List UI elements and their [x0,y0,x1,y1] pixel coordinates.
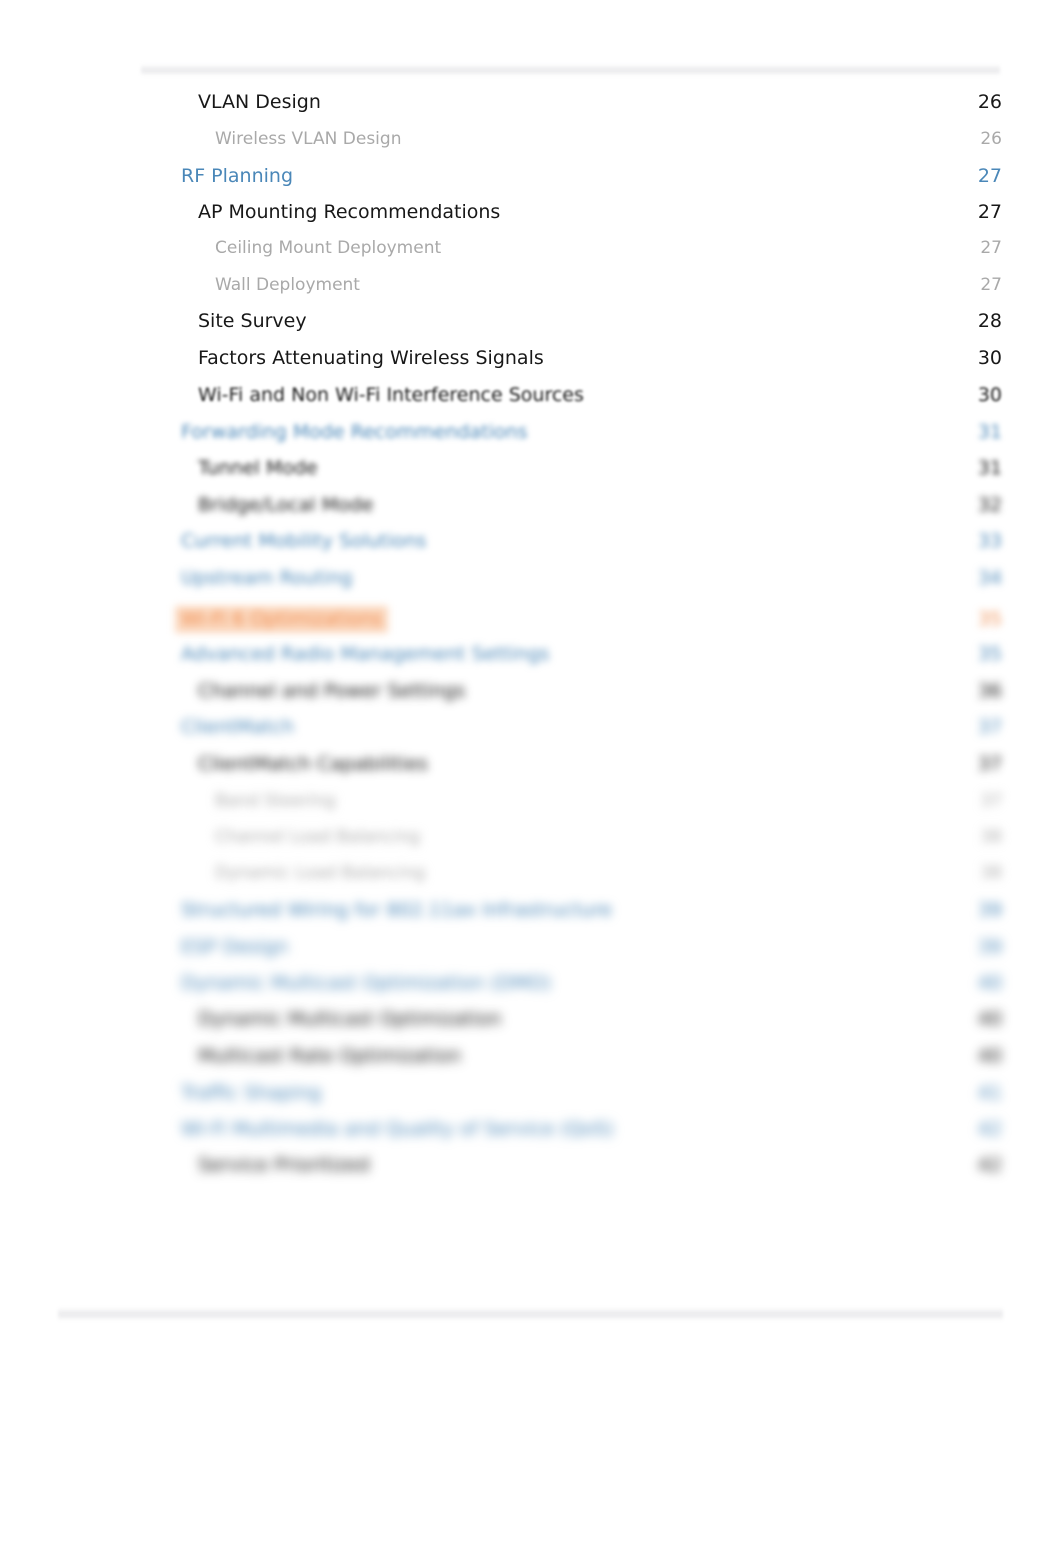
toc-entry-label: Structured Wiring for 802.11ax Infrastru… [181,899,612,921]
toc-entry-page-number: 30 [977,384,1002,406]
toc-entry-label: Dynamic Load Balancing [215,863,426,883]
toc-entry-page-number: 37 [980,791,1002,811]
toc-entry-label: VLAN Design [198,91,321,113]
toc-entry[interactable]: Channel Load Balancing 38 [215,827,1002,855]
toc-entry-page-number: 28 [977,310,1002,332]
toc-entry-label: Wireless VLAN Design [215,129,402,149]
toc-entry[interactable]: Advanced Radio Management Settings 35 [181,643,1002,671]
toc-entry[interactable]: Upstream Routing 34 [181,567,1002,595]
toc-entry[interactable]: ClientMatch 37 [181,716,1002,744]
toc-entry-page-number: 42 [977,1154,1002,1176]
toc-entry-page-number: 32 [977,494,1002,516]
document-page: VLAN Design 26 Wireless VLAN Design 26 RF Pl… [0,0,1062,1556]
toc-entry[interactable]: ClientMatch Capabilities 37 [198,753,1002,781]
toc-entry-page-number: 41 [977,1082,1002,1104]
toc-entry[interactable]: Band Steering 37 [215,791,1002,819]
toc-entry-label: Dynamic Multicast Optimization [198,1008,502,1030]
toc-entry-page-number: 37 [977,716,1002,738]
toc-entry-page-number: 26 [977,91,1002,113]
toc-entry-label: Tunnel Mode [198,457,318,479]
toc-entry[interactable]: RF Planning 27 [181,165,1002,193]
toc-entry-label: Site Survey [198,310,307,332]
toc-entry[interactable]: VLAN Design 26 [198,91,1002,119]
toc-entry[interactable]: Dynamic Multicast Optimization (DMO) 40 [181,972,1002,1000]
toc-entry-page-number: 27 [977,201,1002,223]
toc-entry[interactable]: Site Survey 28 [198,310,1002,338]
toc-entry[interactable]: ESP Design 39 [181,936,1002,964]
toc-entry-page-number: 34 [977,567,1002,589]
toc-entry-page-number: 26 [980,129,1002,149]
toc-entry-label: Dynamic Multicast Optimization (DMO) [181,972,552,994]
toc-entry-page-number: 30 [977,347,1002,369]
toc-entry-label: Channel and Power Settings [198,680,466,702]
toc-entry[interactable]: Current Mobility Solutions 33 [181,530,1002,558]
toc-entry-page-number: 27 [977,165,1002,187]
toc-entry-label: Factors Attenuating Wireless Signals [198,347,544,369]
footer-rule [58,1307,1003,1321]
toc-entry-label: ClientMatch [181,716,294,738]
toc-entry[interactable]: Traffic Shaping 41 [181,1082,1002,1110]
toc-entry[interactable]: Dynamic Multicast Optimization 40 [198,1008,1002,1036]
toc-entry-label: Forwarding Mode Recommendations [181,421,528,443]
toc-entry-page-number: 39 [977,936,1002,958]
toc-entry-page-number: 40 [977,972,1002,994]
toc-entry[interactable]: Forwarding Mode Recommendations 31 [181,421,1002,449]
toc-entry-page-number: 31 [977,421,1002,443]
toc-entry-page-number: 27 [980,275,1002,295]
toc-entry-label: AP Mounting Recommendations [198,201,501,223]
toc-entry-page-number: 36 [977,680,1002,702]
toc-entry[interactable]: Multicast Rate Optimization 40 [198,1045,1002,1073]
toc-entry[interactable]: AP Mounting Recommendations 27 [198,201,1002,229]
toc-entry-label: Ceiling Mount Deployment [215,238,442,258]
toc-entry-page-number: 27 [980,238,1002,258]
toc-entry[interactable]: Tunnel Mode 31 [198,457,1002,485]
toc-entry[interactable]: Service Prioritized 42 [198,1154,1002,1182]
toc-entry-label: Advanced Radio Management Settings [181,643,550,665]
toc-entry-label: Multicast Rate Optimization [198,1045,462,1067]
toc-entry-page-number: 39 [977,899,1002,921]
toc-entry-page-number: 38 [980,863,1002,883]
toc-entry[interactable]: Bridge/Local Mode 32 [198,494,1002,522]
toc-entry[interactable]: Wi-Fi Multimedia and Quality of Service … [181,1118,1002,1146]
toc-entry-page-number: 38 [980,827,1002,847]
toc-entry-page-number: 42 [977,1118,1002,1140]
toc-entry-page-number: 40 [977,1008,1002,1030]
toc-entry-label: Wi-Fi 6 Optimizations [175,606,388,633]
toc-entry-label: ClientMatch Capabilities [198,753,428,775]
toc-entry[interactable]: Ceiling Mount Deployment 27 [215,238,1002,266]
toc-entry-label: Band Steering [215,791,336,811]
toc-entry[interactable]: Dynamic Load Balancing 38 [215,863,1002,891]
toc-entry[interactable]: Factors Attenuating Wireless Signals 30 [198,347,1002,375]
toc-entry-label: Upstream Routing [181,567,353,589]
toc-entry-label: Service Prioritized [198,1154,370,1176]
toc-entry[interactable]: Wall Deployment 27 [215,275,1002,303]
toc-entry[interactable]: Wi-Fi 6 Optimizations 35 [175,606,1002,634]
toc-entry-label: Bridge/Local Mode [198,494,374,516]
toc-entry[interactable]: Wireless VLAN Design 26 [215,129,1002,157]
toc-entry[interactable]: Wi-Fi and Non Wi-Fi Interference Sources… [198,384,1002,412]
toc-entry-page-number: 33 [977,530,1002,552]
toc-entry-page-number: 37 [977,753,1002,775]
toc-entry-label: Channel Load Balancing [215,827,421,847]
header-rule [141,64,1000,76]
toc-entry-page-number: 35 [977,643,1002,665]
toc-entry-page-number: 35 [977,608,1002,630]
toc-entry-label: RF Planning [181,165,294,187]
toc-entry-page-number: 31 [977,457,1002,479]
toc-entry-label: Current Mobility Solutions [181,530,427,552]
toc-entry-label: Wi-Fi and Non Wi-Fi Interference Sources [198,384,584,406]
toc-entry-label: ESP Design [181,936,289,958]
toc-entry-label: Wall Deployment [215,275,360,295]
toc-entry-page-number: 40 [977,1045,1002,1067]
toc-entry-label: Wi-Fi Multimedia and Quality of Service … [181,1118,614,1140]
toc-entry[interactable]: Structured Wiring for 802.11ax Infrastru… [181,899,1002,927]
toc-entry-label: Traffic Shaping [181,1082,322,1104]
toc-entry[interactable]: Channel and Power Settings 36 [198,680,1002,708]
